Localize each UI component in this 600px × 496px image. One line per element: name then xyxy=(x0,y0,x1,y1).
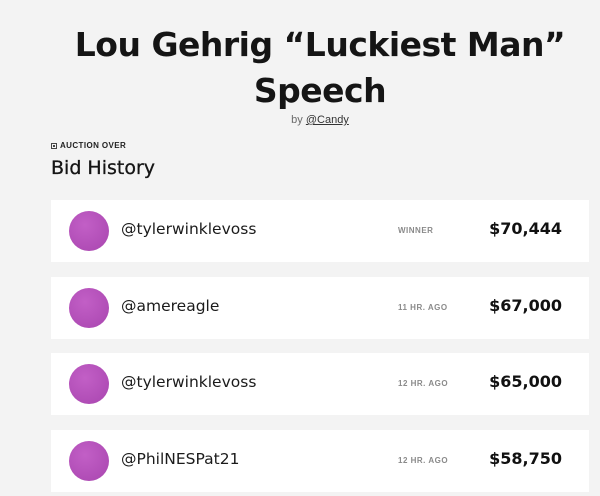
square-dot-icon xyxy=(51,142,57,149)
bidder-link[interactable]: @tylerwinklevoss xyxy=(121,373,256,391)
avatar[interactable] xyxy=(69,441,109,481)
creator-link[interactable]: @Candy xyxy=(306,114,349,126)
auction-status: AUCTION OVER xyxy=(51,141,126,150)
byline-prefix: by xyxy=(291,114,303,126)
bid-row: @amereagle 11 HR. AGO $67,000 xyxy=(51,277,589,339)
byline: by @Candy xyxy=(40,114,600,126)
bid-history-heading: Bid History xyxy=(51,157,156,179)
avatar[interactable] xyxy=(69,211,109,251)
bid-amount: $58,750 xyxy=(489,449,562,468)
bid-amount: $67,000 xyxy=(489,296,562,315)
bidder-link[interactable]: @tylerwinklevoss xyxy=(121,220,256,238)
avatar[interactable] xyxy=(69,364,109,404)
bid-amount: $70,444 xyxy=(489,219,562,238)
bidder-link[interactable]: @amereagle xyxy=(121,297,219,315)
bid-time: 12 HR. AGO xyxy=(398,379,449,388)
bid-amount: $65,000 xyxy=(489,372,562,391)
avatar[interactable] xyxy=(69,288,109,328)
artwork-title: Lou Gehrig “Luckiest Man” Speech xyxy=(74,25,566,110)
bid-time: WINNER xyxy=(398,226,434,235)
bidder-link[interactable]: @PhilNESPat21 xyxy=(121,450,239,468)
auction-status-label: AUCTION OVER xyxy=(60,141,127,150)
bid-row: @tylerwinklevoss WINNER $70,444 xyxy=(51,200,589,262)
bid-time: 11 HR. AGO xyxy=(398,303,448,312)
bid-row: @PhilNESPat21 12 HR. AGO $58,750 xyxy=(51,430,589,492)
bid-row: @tylerwinklevoss 12 HR. AGO $65,000 xyxy=(51,353,589,415)
bid-time: 12 HR. AGO xyxy=(398,456,449,465)
